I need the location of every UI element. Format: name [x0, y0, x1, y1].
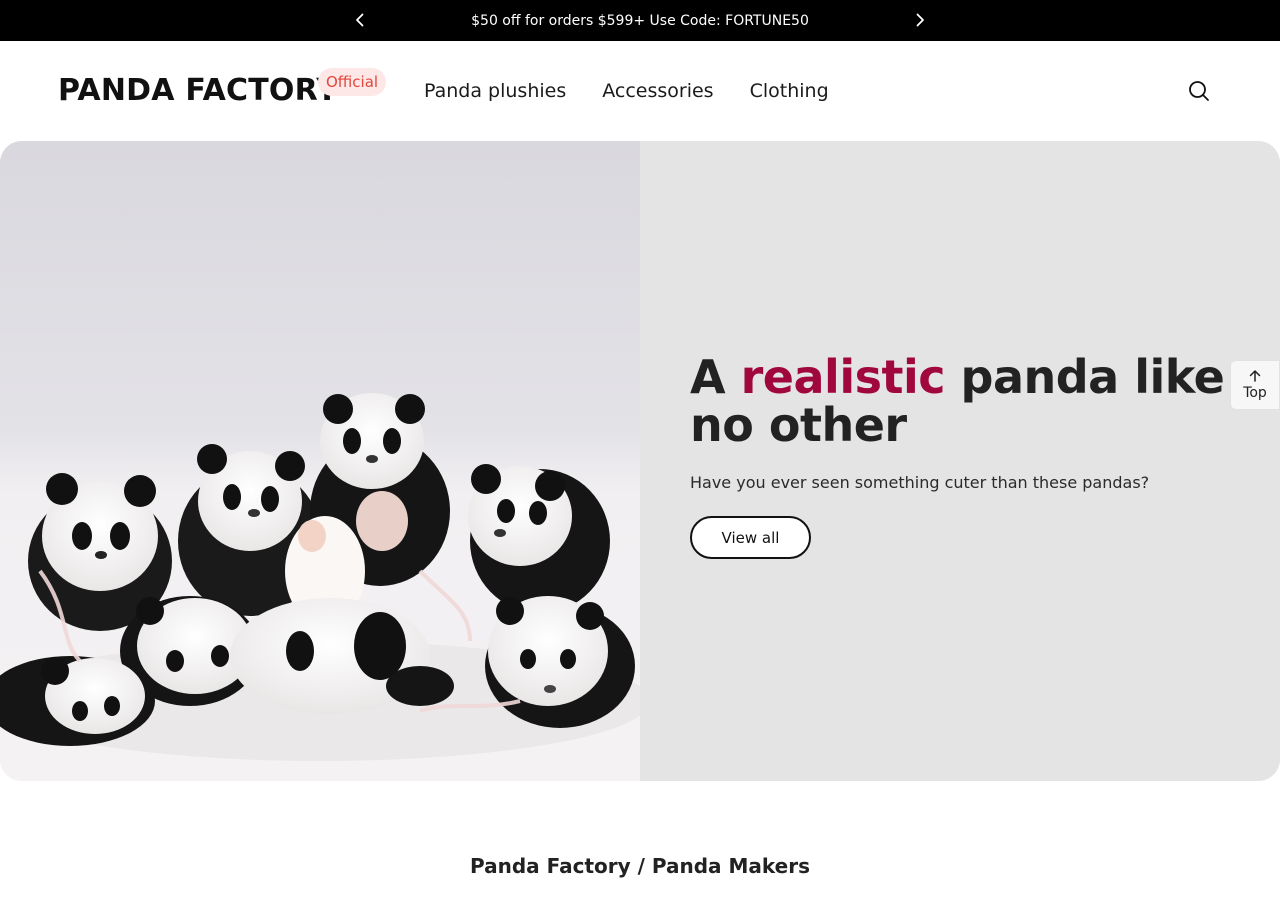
site-logo[interactable]: PANDA FACTORY — [58, 72, 338, 110]
main-nav: Panda plushies Accessories Clothing — [424, 77, 829, 105]
section-heading: Panda Factory / Panda Makers — [469, 854, 811, 878]
search-icon[interactable] — [1188, 80, 1212, 104]
arrow-up-icon — [1248, 369, 1262, 383]
hero-text-panel: A realistic panda like no other Have you… — [640, 141, 1280, 781]
panda-plushies-illustration — [0, 393, 640, 761]
announcement-bar: $50 off for orders $599+ Use Code: FORTU… — [0, 0, 1280, 41]
hero-banner: A realistic panda like no other Have you… — [0, 141, 1280, 781]
site-header: PANDA FACTORY Official Panda plushies Ac… — [0, 41, 1280, 141]
hero-heading-accent: realistic — [740, 350, 946, 404]
official-badge: Official — [318, 68, 387, 96]
hero-subtitle: Have you ever seen something cuter than … — [690, 473, 1150, 492]
nav-item-panda-plushies[interactable]: Panda plushies — [424, 77, 566, 105]
nav-item-clothing[interactable]: Clothing — [750, 77, 829, 105]
hero-image-panda-plushies — [0, 141, 640, 781]
back-to-top-button[interactable]: Top — [1230, 360, 1280, 410]
hero-heading: A realistic panda like no other — [690, 353, 1250, 449]
hero-heading-prefix: A — [690, 350, 726, 404]
chevron-left-icon[interactable] — [350, 10, 370, 30]
announcement-text: $50 off for orders $599+ Use Code: FORTU… — [471, 12, 809, 29]
chevron-right-icon[interactable] — [910, 10, 930, 30]
nav-item-accessories[interactable]: Accessories — [602, 77, 713, 105]
view-all-button[interactable]: View all — [690, 516, 811, 559]
back-to-top-label: Top — [1243, 385, 1267, 401]
